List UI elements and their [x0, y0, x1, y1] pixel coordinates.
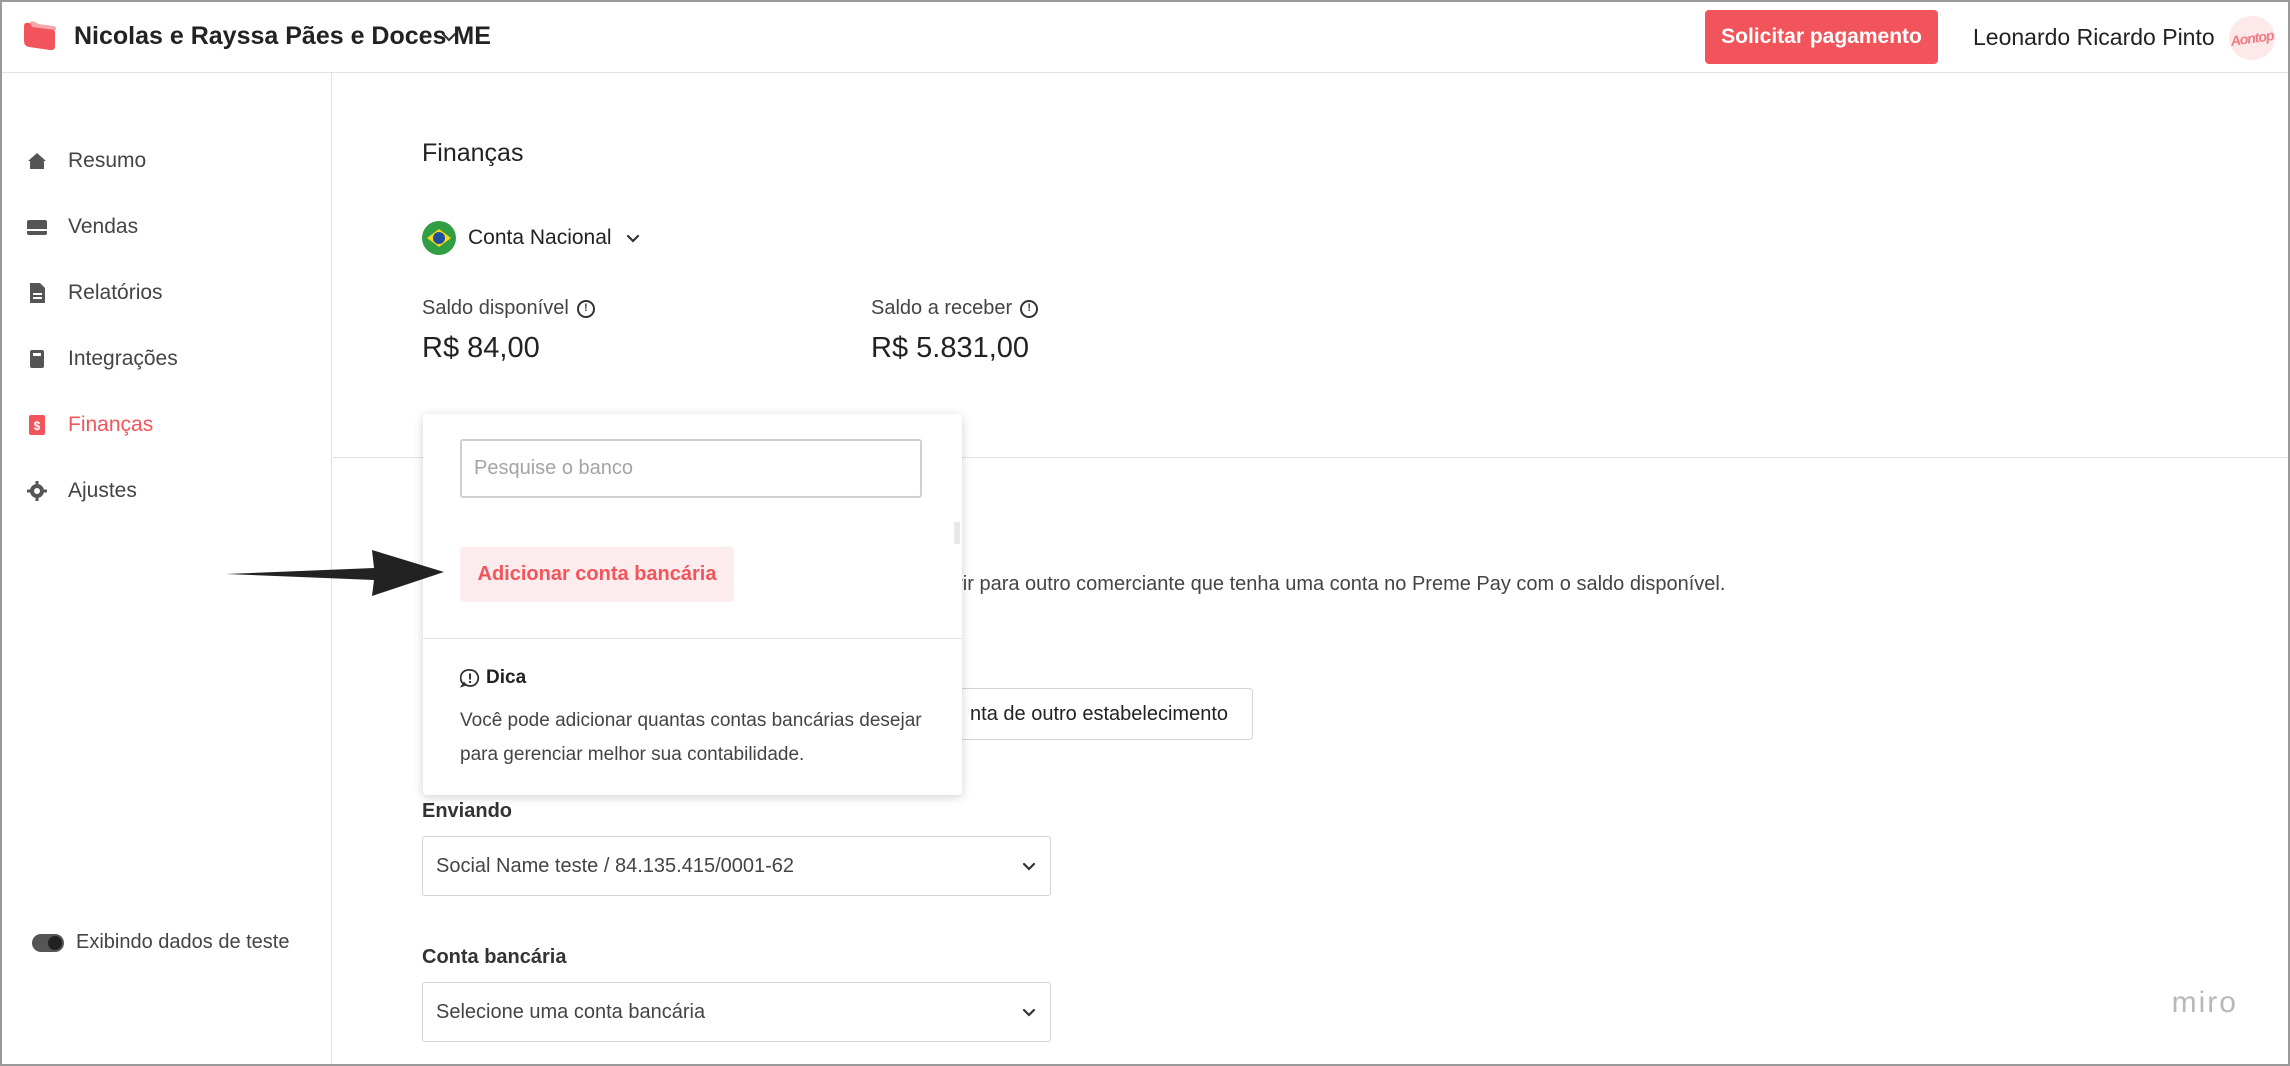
- top-header: Nicolas e Rayssa Pães e Doces ME Solicit…: [2, 2, 2288, 73]
- other-establishment-button[interactable]: nta de outro estabelecimento: [928, 688, 1253, 740]
- sidebar-item-label: Integrações: [68, 347, 178, 370]
- sales-icon: [26, 216, 48, 238]
- chevron-down-icon[interactable]: [438, 26, 460, 48]
- request-payment-button[interactable]: Solicitar pagamento: [1705, 10, 1938, 64]
- receivable-balance: Saldo a receber ! R$ 5.831,00: [871, 297, 1039, 365]
- brand-logo-icon[interactable]: [20, 20, 58, 54]
- brazil-flag-icon: [422, 221, 456, 255]
- integrations-icon: [26, 348, 48, 370]
- report-icon: [26, 282, 48, 304]
- tip-text: Você pode adicionar quantas contas bancá…: [460, 710, 922, 765]
- chevron-down-icon: [1022, 1008, 1036, 1017]
- app-window: Nicolas e Rayssa Pães e Doces ME Solicit…: [0, 0, 2290, 1066]
- tip-title: Dica: [460, 667, 526, 689]
- sidebar-item-resumo[interactable]: Resumo: [26, 141, 316, 181]
- sending-select[interactable]: Social Name teste / 84.135.415/0001-62: [422, 836, 1051, 896]
- home-icon: [26, 150, 48, 172]
- bank-account-select[interactable]: Selecione uma conta bancária: [422, 982, 1051, 1042]
- sidebar-item-label: Relatórios: [68, 281, 163, 304]
- sidebar-item-label: Vendas: [68, 215, 139, 238]
- annotation-arrow-icon: [226, 550, 444, 596]
- sidebar-item-relatorios[interactable]: Relatórios: [26, 273, 316, 313]
- account-selector[interactable]: Conta Nacional: [422, 221, 642, 255]
- popover-divider: [423, 638, 962, 639]
- svg-text:$: $: [34, 419, 41, 433]
- company-name[interactable]: Nicolas e Rayssa Pães e Doces ME: [74, 22, 491, 51]
- test-data-label: Exibindo dados de teste: [76, 931, 290, 953]
- scrollbar[interactable]: [954, 522, 960, 544]
- test-data-toggle[interactable]: [32, 933, 64, 952]
- available-balance-label: Saldo disponível: [422, 297, 569, 319]
- receivable-balance-label: Saldo a receber: [871, 297, 1013, 319]
- sidebar-item-vendas[interactable]: Vendas: [26, 207, 316, 247]
- info-icon[interactable]: !: [576, 299, 595, 318]
- available-balance-value: R$ 84,00: [422, 332, 540, 364]
- bank-account-placeholder: Selecione uma conta bancária: [436, 1000, 706, 1023]
- bank-search-input[interactable]: [460, 439, 922, 498]
- transfer-description: erir para outro comerciante que tenha um…: [945, 573, 1726, 595]
- add-bank-account-button[interactable]: Adicionar conta bancária: [460, 547, 734, 602]
- info-icon[interactable]: !: [1020, 299, 1039, 318]
- page-title: Finanças: [422, 139, 524, 167]
- chevron-down-icon: [626, 234, 639, 243]
- tip-title-text: Dica: [486, 667, 527, 688]
- bank-account-popover: Adicionar conta bancária Dica Você pode …: [423, 414, 962, 795]
- sidebar-item-label: Ajustes: [68, 479, 137, 502]
- sidebar-item-financas[interactable]: $ Finanças: [26, 405, 316, 445]
- test-data-toggle-row: Exibindo dados de teste: [32, 931, 290, 954]
- chevron-down-icon: [1022, 862, 1036, 871]
- sending-label: Enviando: [422, 800, 513, 822]
- user-name[interactable]: Leonardo Ricardo Pinto: [1973, 24, 2215, 51]
- sidebar-item-label: Finanças: [68, 413, 154, 436]
- avatar[interactable]: Aontop: [2226, 13, 2278, 63]
- account-label: Conta Nacional: [468, 226, 612, 249]
- gear-icon: [26, 480, 48, 502]
- sidebar-item-label: Resumo: [68, 149, 147, 172]
- sending-value: Social Name teste / 84.135.415/0001-62: [436, 854, 795, 877]
- bank-account-label: Conta bancária: [422, 946, 567, 968]
- available-balance: Saldo disponível ! R$ 84,00: [422, 297, 595, 365]
- tip-bubble-icon: [460, 669, 480, 688]
- sidebar-item-integracoes[interactable]: Integrações: [26, 339, 316, 379]
- receivable-balance-value: R$ 5.831,00: [871, 332, 1030, 364]
- finance-icon: $: [26, 414, 48, 436]
- miro-watermark: miro: [2171, 986, 2238, 1019]
- sidebar-item-ajustes[interactable]: Ajustes: [26, 471, 316, 511]
